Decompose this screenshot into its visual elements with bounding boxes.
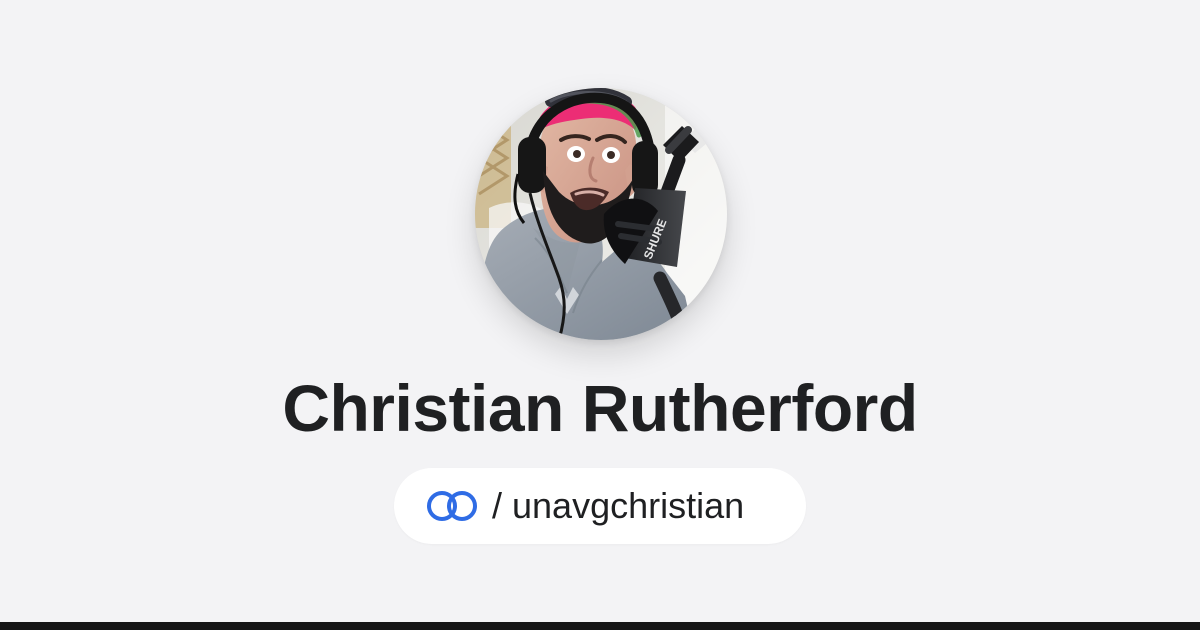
bottom-bar [0, 622, 1200, 630]
handle-separator: / [492, 485, 503, 526]
profile-name: Christian Rutherford [282, 371, 918, 445]
profile-photo: SHURE [475, 88, 727, 340]
profile-handle-link[interactable]: / unavgchristian [394, 468, 806, 544]
linked-rings-icon [424, 489, 482, 523]
profile-card: SHURE Christian Rutherford / unavgchrist… [0, 0, 1200, 630]
handle-name: unavgchristian [512, 485, 745, 526]
avatar: SHURE [475, 88, 727, 340]
profile-handle: / unavgchristian [492, 486, 744, 526]
